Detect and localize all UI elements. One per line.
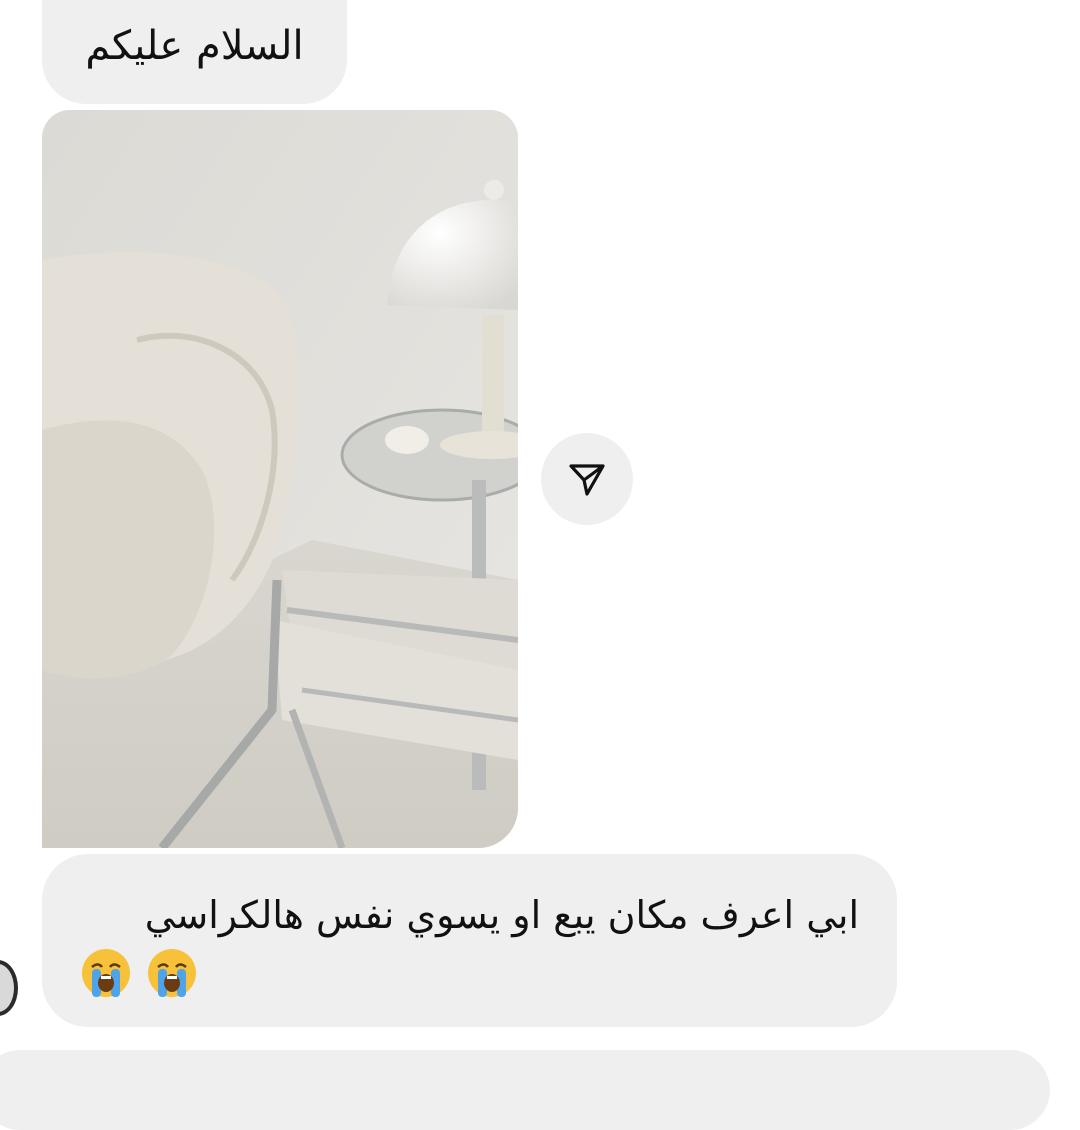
sender-avatar[interactable] — [0, 960, 18, 1016]
paper-plane-icon — [569, 464, 605, 496]
share-button[interactable] — [541, 433, 633, 525]
greeting-message-bubble[interactable]: السلام عليكم — [42, 0, 347, 104]
greeting-message-text: السلام عليكم — [85, 23, 304, 69]
furniture-photo — [42, 110, 518, 848]
loudly-crying-face-icon — [82, 949, 130, 998]
shared-photo-message[interactable] — [42, 110, 518, 848]
question-message-bubble[interactable]: ابي اعرف مكان يبع او يسوي نفس هالكراسي — [42, 854, 897, 1027]
next-message-bubble[interactable] — [0, 1050, 1050, 1130]
question-message-text: ابي اعرف مكان يبع او يسوي نفس هالكراسي — [144, 893, 859, 937]
loudly-crying-face-icon — [148, 949, 196, 998]
emoji-row — [80, 947, 859, 999]
